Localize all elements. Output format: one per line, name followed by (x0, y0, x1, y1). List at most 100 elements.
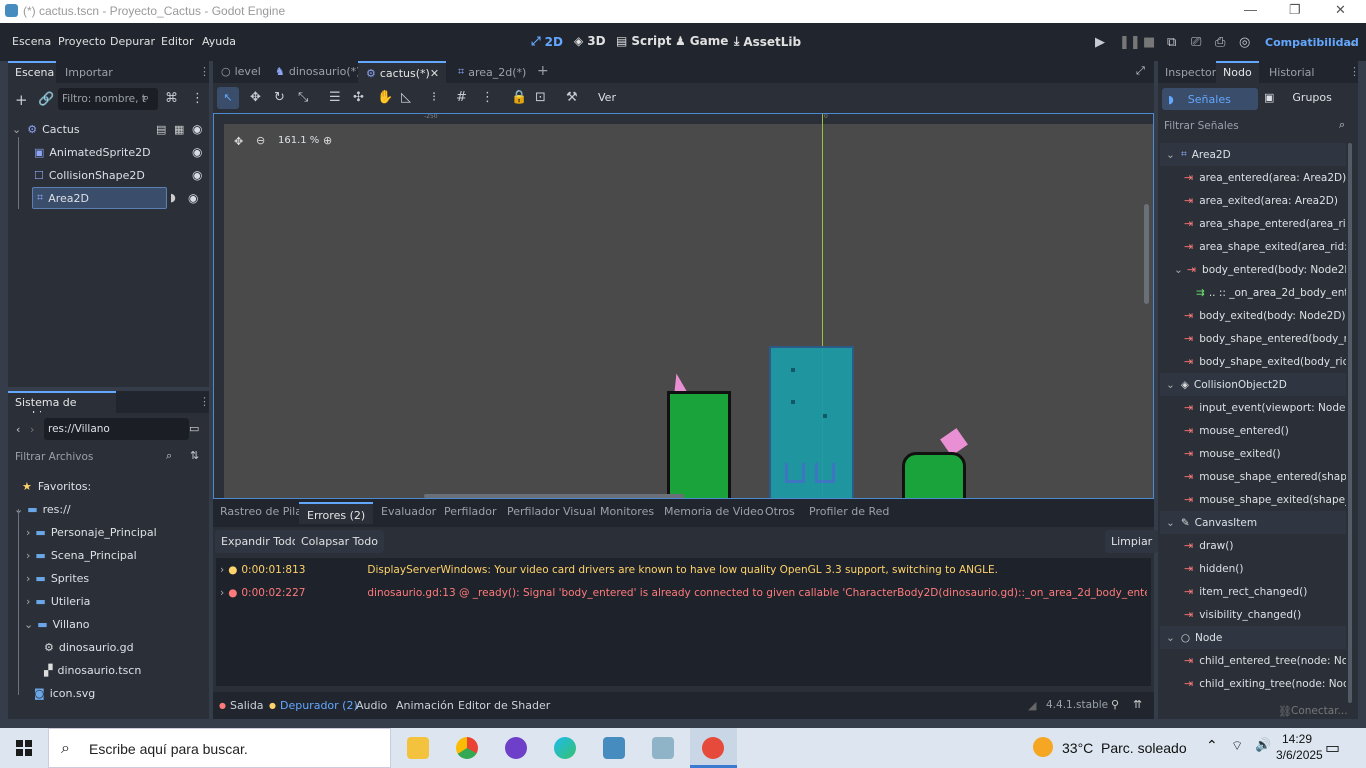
groups-subtab[interactable]: ▣ Grupos (1264, 91, 1332, 104)
signal-group-canvasitem[interactable]: ⌄ ✎ CanvasItem (1160, 511, 1346, 534)
remote-debug-icon[interactable]: ⧉ (1167, 35, 1176, 50)
signal-draw[interactable]: ⇥ draw() (1160, 534, 1346, 557)
signals-subtab[interactable]: ◗ Señales (1162, 88, 1258, 110)
error-row[interactable]: › ● 0:00:02:227 dinosaurio.gd:13 @ _read… (220, 587, 1150, 599)
close-tab-icon[interactable]: ✕ (430, 67, 439, 80)
godot-taskbar-icon[interactable] (603, 737, 625, 759)
notification-icon[interactable]: ▭ (1325, 738, 1340, 757)
dock-menu-icon[interactable]: ⋮ (199, 395, 210, 408)
chevron-down-icon[interactable]: ⌄ (1166, 379, 1175, 391)
scene-tab-dinosaurio[interactable]: ♞ dinosaurio(*) (275, 65, 360, 78)
chrome-icon[interactable] (456, 737, 478, 759)
scale-tool-icon[interactable]: ⤡ (298, 90, 308, 105)
chevron-right-icon[interactable]: › (220, 587, 224, 599)
signal-mouse-entered[interactable]: ⇥ mouse_entered() (1160, 419, 1346, 442)
scene-tab-cactus[interactable]: ⚙ cactus(*) ✕ (358, 61, 446, 83)
close-window-icon[interactable]: ✕ (1335, 2, 1346, 18)
sort-icon[interactable]: ⇅ (190, 449, 199, 462)
menu-escena[interactable]: Escena (12, 35, 51, 48)
link-icon[interactable]: 🔗 (38, 92, 54, 107)
chevron-down-icon[interactable]: ⌄ (1174, 264, 1183, 276)
weather-desc[interactable]: Parc. soleado (1101, 740, 1187, 756)
tab-rastreo-pila[interactable]: Rastreo de Pila (220, 505, 302, 518)
visibility-eye-icon[interactable]: ◉ (192, 145, 202, 159)
tab-escena[interactable]: Escena (8, 61, 56, 83)
pivot-tool-icon[interactable]: ✣ (353, 90, 364, 105)
tree-node-animatedsprite2d[interactable]: ▣ AnimatedSprite2D ◉ (18, 141, 207, 163)
center-view-icon[interactable]: ✥ (234, 135, 243, 148)
add-node-icon[interactable]: + (15, 91, 28, 109)
tab-memoria-video[interactable]: Memoria de Video (664, 505, 764, 518)
connect-button[interactable]: Conectar... (1291, 705, 1348, 717)
panel-tab-animacion[interactable]: Animación (396, 699, 454, 712)
tab-importar[interactable]: Importar (58, 61, 120, 83)
zoom-out-icon[interactable]: ⊖ (256, 134, 265, 147)
signal-mouse-shape-exited[interactable]: ⇥ mouse_shape_exited(shape_... (1160, 488, 1346, 511)
workspace-script-button[interactable]: ▤ Script (616, 34, 671, 48)
view-menu[interactable]: Ver (598, 91, 616, 104)
panel-tab-shader[interactable]: Editor de Shader (458, 699, 550, 712)
signal-connection[interactable]: ⇉.. :: _on_area_2d_body_ent... (1160, 281, 1346, 304)
signal-child-exiting-tree[interactable]: ⇥ child_exiting_tree(node: Node) (1160, 672, 1346, 695)
signals-connected-icon[interactable]: ◗ (170, 191, 176, 204)
signal-body-exited[interactable]: ⇥ body_exited(body: Node2D) (1160, 304, 1346, 327)
clock-time[interactable]: 14:29 (1282, 732, 1312, 746)
workspace-3d-button[interactable]: ◈ 3D (574, 34, 606, 48)
fs-item-favoritos[interactable]: ★ Favoritos: (22, 475, 91, 497)
file-explorer-icon[interactable] (407, 737, 429, 759)
clear-button[interactable]: Limpiar (1105, 530, 1159, 553)
bone-tool-icon[interactable]: ⚒ (566, 90, 578, 105)
fs-item-sprites[interactable]: › ▬ Sprites (26, 567, 89, 589)
rotate-tool-icon[interactable]: ↻ (274, 90, 285, 105)
chevron-up-icon[interactable]: ⌃ (1206, 738, 1218, 754)
panel-tab-depurador[interactable]: ● Depurador (2) (269, 699, 358, 712)
collapse-all-button[interactable]: Colapsar Todo (295, 530, 384, 553)
workspace-2d-button[interactable]: ⤢ 2D (531, 34, 563, 49)
restore-icon[interactable]: ❐ (1289, 2, 1301, 18)
filesystem-filter-input[interactable]: Filtrar Archivos (12, 446, 184, 468)
menu-proyecto[interactable]: Proyecto (58, 35, 106, 48)
chevron-right-icon[interactable]: › (26, 549, 30, 562)
fs-item-scena-principal[interactable]: › ▬ Scena_Principal (26, 544, 137, 566)
chevron-down-icon[interactable]: ⌄ (24, 618, 33, 631)
list-select-icon[interactable]: ☰ (329, 90, 341, 105)
signal-body-shape-exited[interactable]: ⇥ body_shape_exited(body_rid:... (1160, 350, 1346, 373)
tab-perfilador[interactable]: Perfilador (444, 505, 497, 518)
snap-options-icon[interactable]: ⋮ (481, 90, 494, 105)
visibility-eye-icon[interactable]: ◉ (192, 122, 202, 136)
tree-node-area2d[interactable]: ⌗ Area2D (32, 187, 167, 209)
fs-item-dinosaurio-gd[interactable]: ⚙ dinosaurio.gd (44, 636, 134, 658)
minimize-icon[interactable]: — (1244, 2, 1257, 17)
tab-sistema-archivos[interactable]: Sistema de archivos (8, 391, 116, 422)
tab-otros[interactable]: Otros (765, 505, 795, 518)
chevron-down-icon[interactable]: ⌄ (1166, 517, 1175, 529)
stop-icon[interactable]: ■ (1143, 35, 1155, 50)
chevron-down-icon[interactable]: ⌄ (1166, 149, 1175, 161)
pause-icon[interactable]: ❚❚ (1119, 35, 1141, 50)
signal-area-exited[interactable]: ⇥ area_exited(area: Area2D) (1160, 189, 1346, 212)
signal-area-shape-exited[interactable]: ⇥ area_shape_exited(area_rid: ... (1160, 235, 1346, 258)
chevron-down-icon[interactable]: ⌄ (1166, 632, 1175, 644)
fs-item-utileria[interactable]: › ▬ Utileria (26, 590, 90, 612)
expand-all-button[interactable]: Expandir Todo (215, 530, 305, 553)
signal-mouse-exited[interactable]: ⇥ mouse_exited() (1160, 442, 1346, 465)
signal-item-rect-changed[interactable]: ⇥ item_rect_changed() (1160, 580, 1346, 603)
chevron-right-icon[interactable]: › (26, 595, 30, 608)
menu-editor[interactable]: Editor (161, 35, 194, 48)
visibility-eye-icon[interactable]: ◉ (188, 191, 198, 205)
play-icon[interactable]: ▶ (1095, 35, 1105, 50)
dock-menu-icon[interactable]: ⋮ (1349, 65, 1360, 78)
signal-group-area2d[interactable]: ⌄ ⌗ Area2D (1160, 143, 1346, 166)
tab-perfilador-visual[interactable]: Perfilador Visual (507, 505, 596, 518)
signal-body-entered[interactable]: ⌄ ⇥ body_entered(body: Node2D) (1160, 258, 1346, 281)
lock-icon[interactable]: 🔒 (511, 90, 527, 105)
split-view-icon[interactable]: ▭ (189, 422, 199, 435)
signal-visibility-changed[interactable]: ⇥ visibility_changed() (1160, 603, 1346, 626)
edge-icon[interactable] (554, 737, 576, 759)
ruler-tool-icon[interactable]: ◺ (401, 90, 411, 105)
renderer-select[interactable]: Compatibilidad (1265, 36, 1359, 49)
notepad-icon[interactable] (652, 737, 674, 759)
add-scene-tab-icon[interactable]: + (537, 63, 549, 79)
weather-temp[interactable]: 33°C (1062, 740, 1093, 756)
signal-child-entered-tree[interactable]: ⇥ child_entered_tree(node: No... (1160, 649, 1346, 672)
